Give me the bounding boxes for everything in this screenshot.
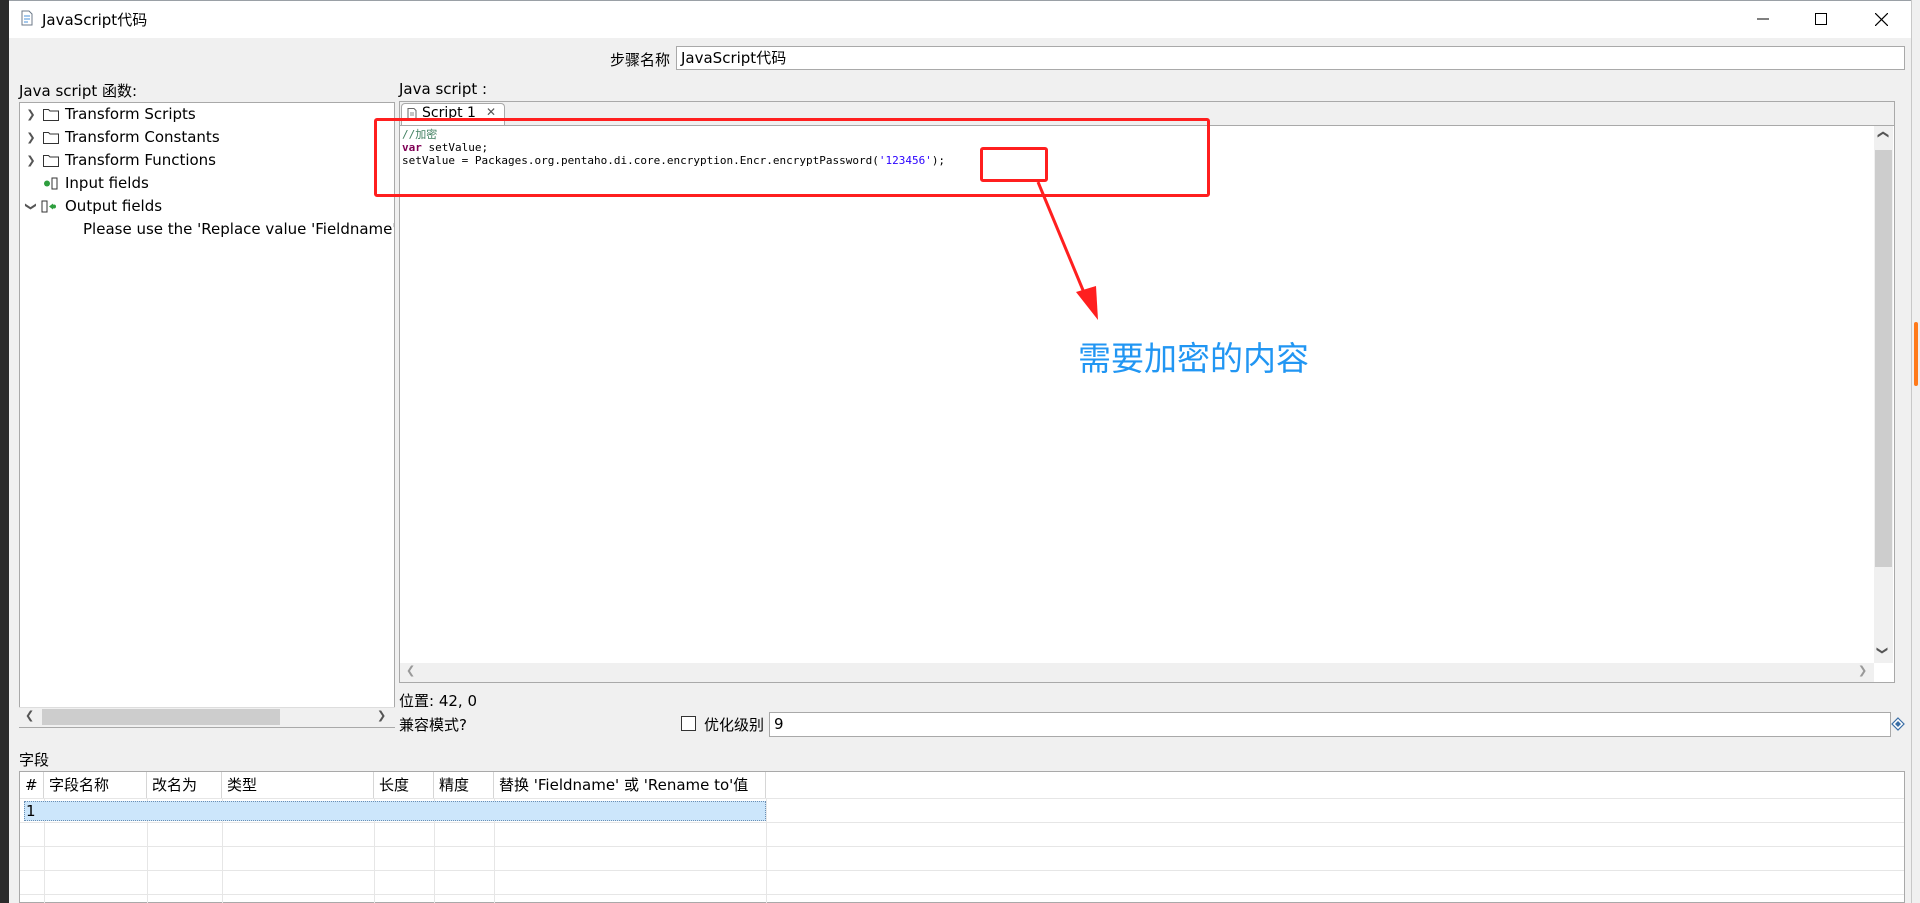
maximize-button[interactable] [1792,0,1850,38]
editor-scroll-thumb[interactable] [1875,150,1892,567]
step-name-label: 步骤名称 [610,51,671,69]
folder-icon [43,109,59,121]
right-window-edge [1911,0,1920,903]
annotation-value-box [980,147,1048,182]
optimization-level-input[interactable]: 9 [769,712,1891,737]
table-row-divider [20,870,1904,871]
edge-scroll-indicator [1914,322,1918,386]
table-row-divider [20,798,1904,799]
scroll-down-icon[interactable]: ❯ [1876,646,1889,655]
column-header-label: 类型 [227,776,258,794]
annotation-arrow [1036,181,1098,320]
column-header-label: 替换 'Fieldname' 或 'Rename to'值 [499,776,749,794]
tree-item-transform-constants[interactable]: ❯ Transform Constants [20,126,394,149]
tree-item-transform-functions[interactable]: ❯ Transform Functions [20,149,394,172]
left-background-strip [0,0,9,903]
cursor-position-text: 位置: 42, 0 [399,692,477,710]
column-header-label: 长度 [379,776,410,794]
editor-horizontal-scrollbar[interactable]: ❮ ❯ [400,663,1874,682]
column-header-label: 改名为 [152,776,198,794]
scroll-up-icon[interactable]: ❯ [1876,130,1889,139]
maximize-icon [1815,13,1827,25]
tab-close-icon[interactable]: ✕ [486,105,496,119]
compat-mode-label: 兼容模式? [399,716,467,734]
column-header-type[interactable]: 类型 [222,772,374,798]
tree-item-label: Transform Constants [65,128,220,146]
column-header-field-name[interactable]: 字段名称 [44,772,147,798]
scroll-right-icon[interactable]: ❯ [1858,664,1867,677]
chevron-right-icon[interactable]: ❯ [25,103,37,126]
column-header-label: 字段名称 [49,776,110,794]
minimize-icon [1757,18,1769,20]
column-header-label: 精度 [439,776,470,794]
column-header-replace[interactable]: 替换 'Fieldname' 或 'Rename to'值 [494,772,766,798]
table-row[interactable] [24,801,766,821]
chevron-right-icon[interactable]: ❯ [25,149,37,172]
table-row-divider [20,822,1904,823]
table-row-index: 1 [26,802,36,820]
table-row-divider [20,894,1904,895]
column-header-precision[interactable]: 精度 [434,772,494,798]
tree-item-label: Output fields [65,197,163,215]
chevron-right-icon[interactable]: ❯ [25,126,37,149]
scroll-left-icon[interactable]: ❮ [406,664,415,677]
annotation-text: 需要加密的内容 [1078,339,1309,378]
optimization-level-label: 优化级别 [704,716,765,734]
input-fields-icon [44,177,58,190]
tree-item-transform-scripts[interactable]: ❯ Transform Scripts [20,103,394,126]
close-icon [1874,12,1888,26]
table-col-divider [766,798,767,903]
minimize-button[interactable] [1734,0,1792,38]
tree-item-output-fields[interactable]: ❯ Output fields [20,195,394,218]
folder-icon [43,132,59,144]
window-title: JavaScript代码 [42,11,148,29]
scroll-right-icon[interactable]: ❯ [377,709,386,722]
output-hint-text: Please use the 'Replace value 'Fieldname… [83,220,395,238]
scroll-left-icon[interactable]: ❮ [25,709,34,722]
table-row-divider [20,846,1904,847]
title-bar[interactable] [9,0,1911,38]
optimization-checkbox[interactable] [681,716,696,731]
functions-panel-label: Java script 函数: [19,82,138,100]
chevron-down-icon[interactable]: ❯ [20,201,43,213]
tree-item-label: Input fields [65,174,149,192]
fields-section-label: 字段 [19,751,50,769]
column-header-length[interactable]: 长度 [374,772,434,798]
output-fields-icon [41,200,56,213]
script-editor[interactable] [399,125,1895,683]
column-header-label: # [25,776,38,794]
functions-tree[interactable]: ❯ Transform Scripts ❯ Transform Constant… [19,102,395,728]
script-editor-label: Java script : [399,80,488,98]
tree-item-label: Transform Functions [65,151,216,169]
variable-diamond-icon[interactable] [1891,717,1905,731]
tree-item-input-fields[interactable]: Input fields [20,172,394,195]
close-button[interactable] [1852,0,1910,38]
folder-icon [43,155,59,167]
column-header-index[interactable]: # [20,772,44,798]
tree-item-label: Transform Scripts [65,105,196,123]
tree-scroll-thumb[interactable] [42,709,280,725]
javascript-step-icon [21,10,33,26]
column-header-rename-to[interactable]: 改名为 [147,772,222,798]
step-name-input[interactable]: JavaScript代码 [676,46,1905,70]
